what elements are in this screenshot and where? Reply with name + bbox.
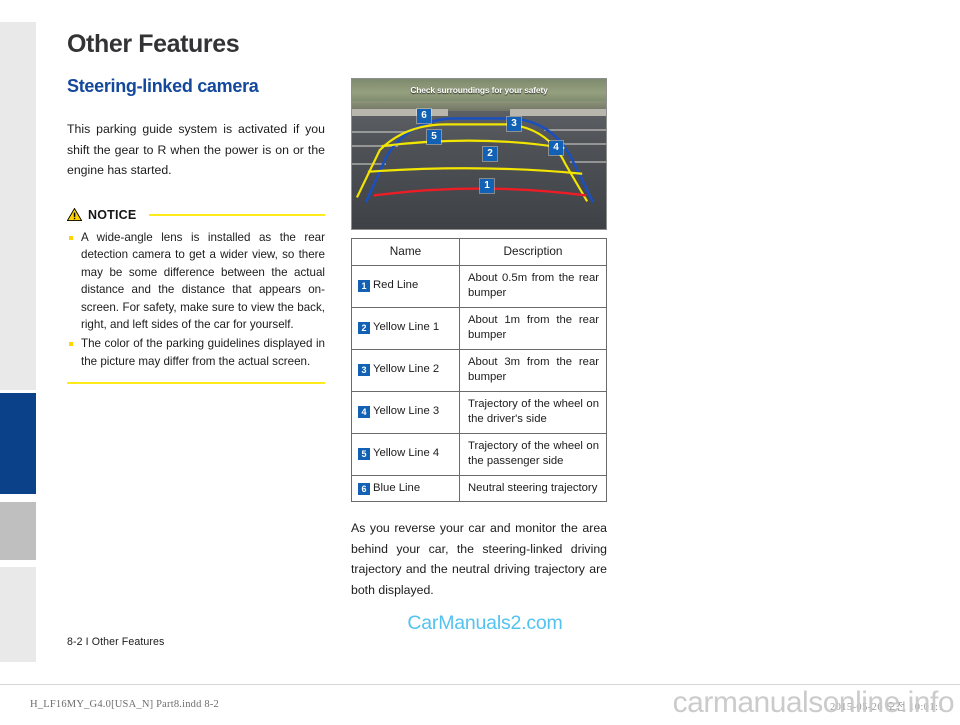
- legend-chip-1: 1: [358, 280, 370, 293]
- center-watermark: CarManuals2.com: [407, 612, 563, 634]
- legend-chip-3: 3: [358, 364, 370, 377]
- cell-name: 6 Blue Line: [351, 474, 460, 502]
- legend-name-4: Yellow Line 3: [373, 405, 440, 418]
- cell-name: 5 Yellow Line 4: [351, 432, 460, 476]
- manual-page: Other Features Steering-linked camera Th…: [0, 0, 960, 680]
- rear-camera-illustration: Check surroundings for your safety 6 5 3…: [351, 78, 607, 230]
- print-file-name: H_LF16MY_G4.0[USA_N] Part8.indd 8-2: [30, 699, 219, 710]
- notice-header: NOTICE: [67, 208, 325, 222]
- table-row: 3 Yellow Line 2 About 3m from the rear bu…: [351, 348, 607, 392]
- cell-description: Trajectory of the wheel on the driver's …: [459, 390, 607, 434]
- cell-description: Neutral steering trajectory: [459, 474, 607, 502]
- yellow-line-3m: [381, 139, 565, 150]
- cell-name: 2 Yellow Line 1: [351, 306, 460, 350]
- notice-top-rule: [149, 213, 325, 216]
- camera-badge-1: 1: [480, 179, 494, 193]
- camera-badge-3: 3: [507, 117, 521, 131]
- notice-bottom-rule: [67, 382, 325, 385]
- column-header-name: Name: [351, 238, 460, 266]
- legend-chip-4: 4: [358, 406, 370, 419]
- page-title: Other Features: [67, 30, 240, 58]
- right-column: Check surroundings for your safety 6 5 3…: [351, 78, 607, 612]
- cell-name: 1 Red Line: [351, 264, 460, 308]
- table-row: 6 Blue Line Neutral steering trajectory: [351, 474, 607, 502]
- table-header-row: Name Description: [351, 238, 607, 266]
- legend-name-2: Yellow Line 1: [373, 321, 440, 334]
- camera-badge-4: 4: [549, 141, 563, 155]
- notice-list: A wide-angle lens is installed as the re…: [67, 229, 325, 371]
- cell-description: About 3m from the rear bumper: [459, 348, 607, 392]
- warning-triangle-icon: [67, 208, 82, 221]
- notice-item: A wide-angle lens is installed as the re…: [67, 229, 325, 335]
- camera-badge-2: 2: [483, 147, 497, 161]
- legend-chip-2: 2: [358, 322, 370, 335]
- table-row: 2 Yellow Line 1 About 1m from the rear bu…: [351, 306, 607, 350]
- page-folio: 8-2 I Other Features: [67, 636, 165, 648]
- camera-badge-6: 6: [417, 109, 431, 123]
- table-row: 5 Yellow Line 4 Trajectory of the wheel o…: [351, 432, 607, 476]
- legend-name-6: Blue Line: [373, 481, 421, 494]
- table-row: 4 Yellow Line 3 Trajectory of the wheel o…: [351, 390, 607, 434]
- bottom-right-watermark: carmanualsonline.info: [672, 686, 955, 719]
- legend-name-1: Red Line: [373, 279, 419, 292]
- parking-guideline-overlay: [355, 117, 595, 203]
- notice-block: NOTICE A wide-angle lens is installed as…: [67, 208, 325, 385]
- intro-paragraph: This parking guide system is activated i…: [67, 122, 325, 177]
- legend-name-5: Yellow Line 4: [373, 447, 440, 460]
- cell-description: About 1m from the rear bumper: [459, 306, 607, 350]
- notice-item: The color of the parking guidelines disp…: [67, 335, 325, 370]
- cell-name: 3 Yellow Line 2: [351, 348, 460, 392]
- closing-paragraph: As you reverse your car and monitor the …: [351, 521, 607, 597]
- column-header-description: Description: [459, 238, 607, 266]
- guideline-legend-table: Name Description 1 Red Line About 0.5m fr…: [351, 238, 607, 502]
- cell-name: 4 Yellow Line 3: [351, 390, 460, 434]
- cell-description: About 0.5m from the rear bumper: [459, 264, 607, 308]
- left-column: Steering-linked camera This parking guid…: [67, 76, 325, 385]
- yellow-line-1m: [367, 167, 583, 175]
- legend-name-3: Yellow Line 2: [373, 363, 440, 376]
- legend-chip-6: 6: [358, 482, 370, 495]
- notice-label: NOTICE: [88, 207, 137, 222]
- camera-badge-5: 5: [427, 130, 441, 144]
- yellow-wheel-trajectory-lines: [355, 123, 589, 202]
- table-row: 1 Red Line About 0.5m from the rear bumpe…: [351, 264, 607, 308]
- cell-description: Trajectory of the wheel on the passenger…: [459, 432, 607, 476]
- section-heading: Steering-linked camera: [67, 76, 259, 96]
- legend-chip-5: 5: [358, 448, 370, 461]
